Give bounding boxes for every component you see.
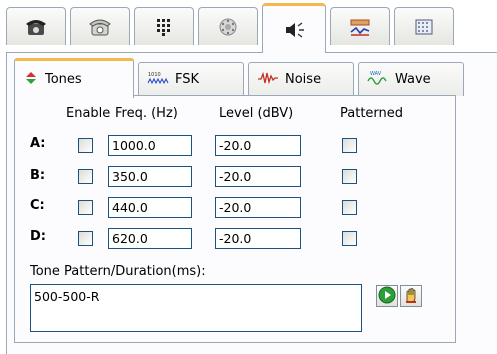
signal-chart-icon [348,17,372,37]
tone-d-level-input[interactable]: -20.0 [215,228,301,249]
tone-a-enable-checkbox[interactable] [78,138,93,153]
tab-tones-label: Tones [45,72,82,87]
tone-a-level-input[interactable]: -20.0 [215,135,301,156]
tab-rotary-phone[interactable] [70,7,130,45]
tone-b-level-input[interactable]: -20.0 [215,166,301,187]
noise-icon [257,71,279,89]
freq-header: Freq. (Hz) [115,106,178,121]
tab-fsk-label: FSK [175,72,200,87]
tone-d-enable-checkbox[interactable] [78,231,93,246]
tone-d-label: D: [30,229,46,244]
tone-c-level-input[interactable]: -20.0 [215,197,301,218]
tone-generator-window: Tones 1010 FSK Noise WAV Wave Enable Fre… [0,0,497,354]
tab-noise[interactable]: Noise [248,62,354,96]
rotary-phone-icon [89,17,111,37]
dial-icon [218,17,238,37]
tone-c-enable-checkbox[interactable] [78,200,93,215]
keypad-icon [155,17,173,37]
tone-a-freq-input[interactable]: 1000.0 [108,135,192,156]
tone-d-patterned-checkbox[interactable] [342,231,357,246]
tab-dial[interactable] [198,7,258,45]
patterned-header: Patterned [340,106,404,121]
svg-text:1010: 1010 [148,72,161,78]
play-button[interactable] [376,285,398,307]
tone-b-enable-checkbox[interactable] [78,169,93,184]
tab-signal-chart[interactable] [330,7,390,45]
tone-c-label: C: [30,198,45,213]
sub-tab-strip: Tones 1010 FSK Noise WAV Wave [14,56,494,98]
tone-b-freq-input[interactable]: 350.0 [108,166,192,187]
tab-keypad[interactable] [134,7,194,45]
tab-telephone[interactable] [6,7,66,45]
tones-icon [23,71,39,89]
tone-c-freq-input[interactable]: 440.0 [108,197,192,218]
tone-b-patterned-checkbox[interactable] [342,169,357,184]
stop-button[interactable] [400,285,422,307]
tone-a-label: A: [30,136,46,151]
top-tab-strip [6,0,497,53]
tone-pattern-input[interactable]: 500-500-R [30,284,362,332]
tab-tones[interactable]: Tones [14,58,134,98]
svg-text:WAV: WAV [370,71,382,77]
fsk-icon: 1010 [147,71,169,89]
tone-c-patterned-checkbox[interactable] [342,200,357,215]
play-icon [378,286,396,307]
tab-grid-display[interactable] [394,7,454,45]
enable-header: Enable [66,106,111,121]
tab-fsk[interactable]: 1010 FSK [138,62,244,96]
speaker-icon [283,20,305,40]
tab-noise-label: Noise [285,72,322,87]
hand-stop-icon [402,286,420,307]
tone-pattern-label: Tone Pattern/Duration(ms): [30,264,206,279]
tab-speaker[interactable] [262,3,326,53]
tone-d-freq-input[interactable]: 620.0 [108,228,192,249]
tone-b-label: B: [30,168,46,183]
tab-wave[interactable]: WAV Wave [358,62,464,96]
tone-a-patterned-checkbox[interactable] [342,138,357,153]
grid-display-icon [414,17,434,37]
tab-wave-label: Wave [395,72,431,87]
level-header: Level (dBV) [219,106,294,121]
wave-icon: WAV [367,70,389,90]
telephone-icon [25,17,47,37]
